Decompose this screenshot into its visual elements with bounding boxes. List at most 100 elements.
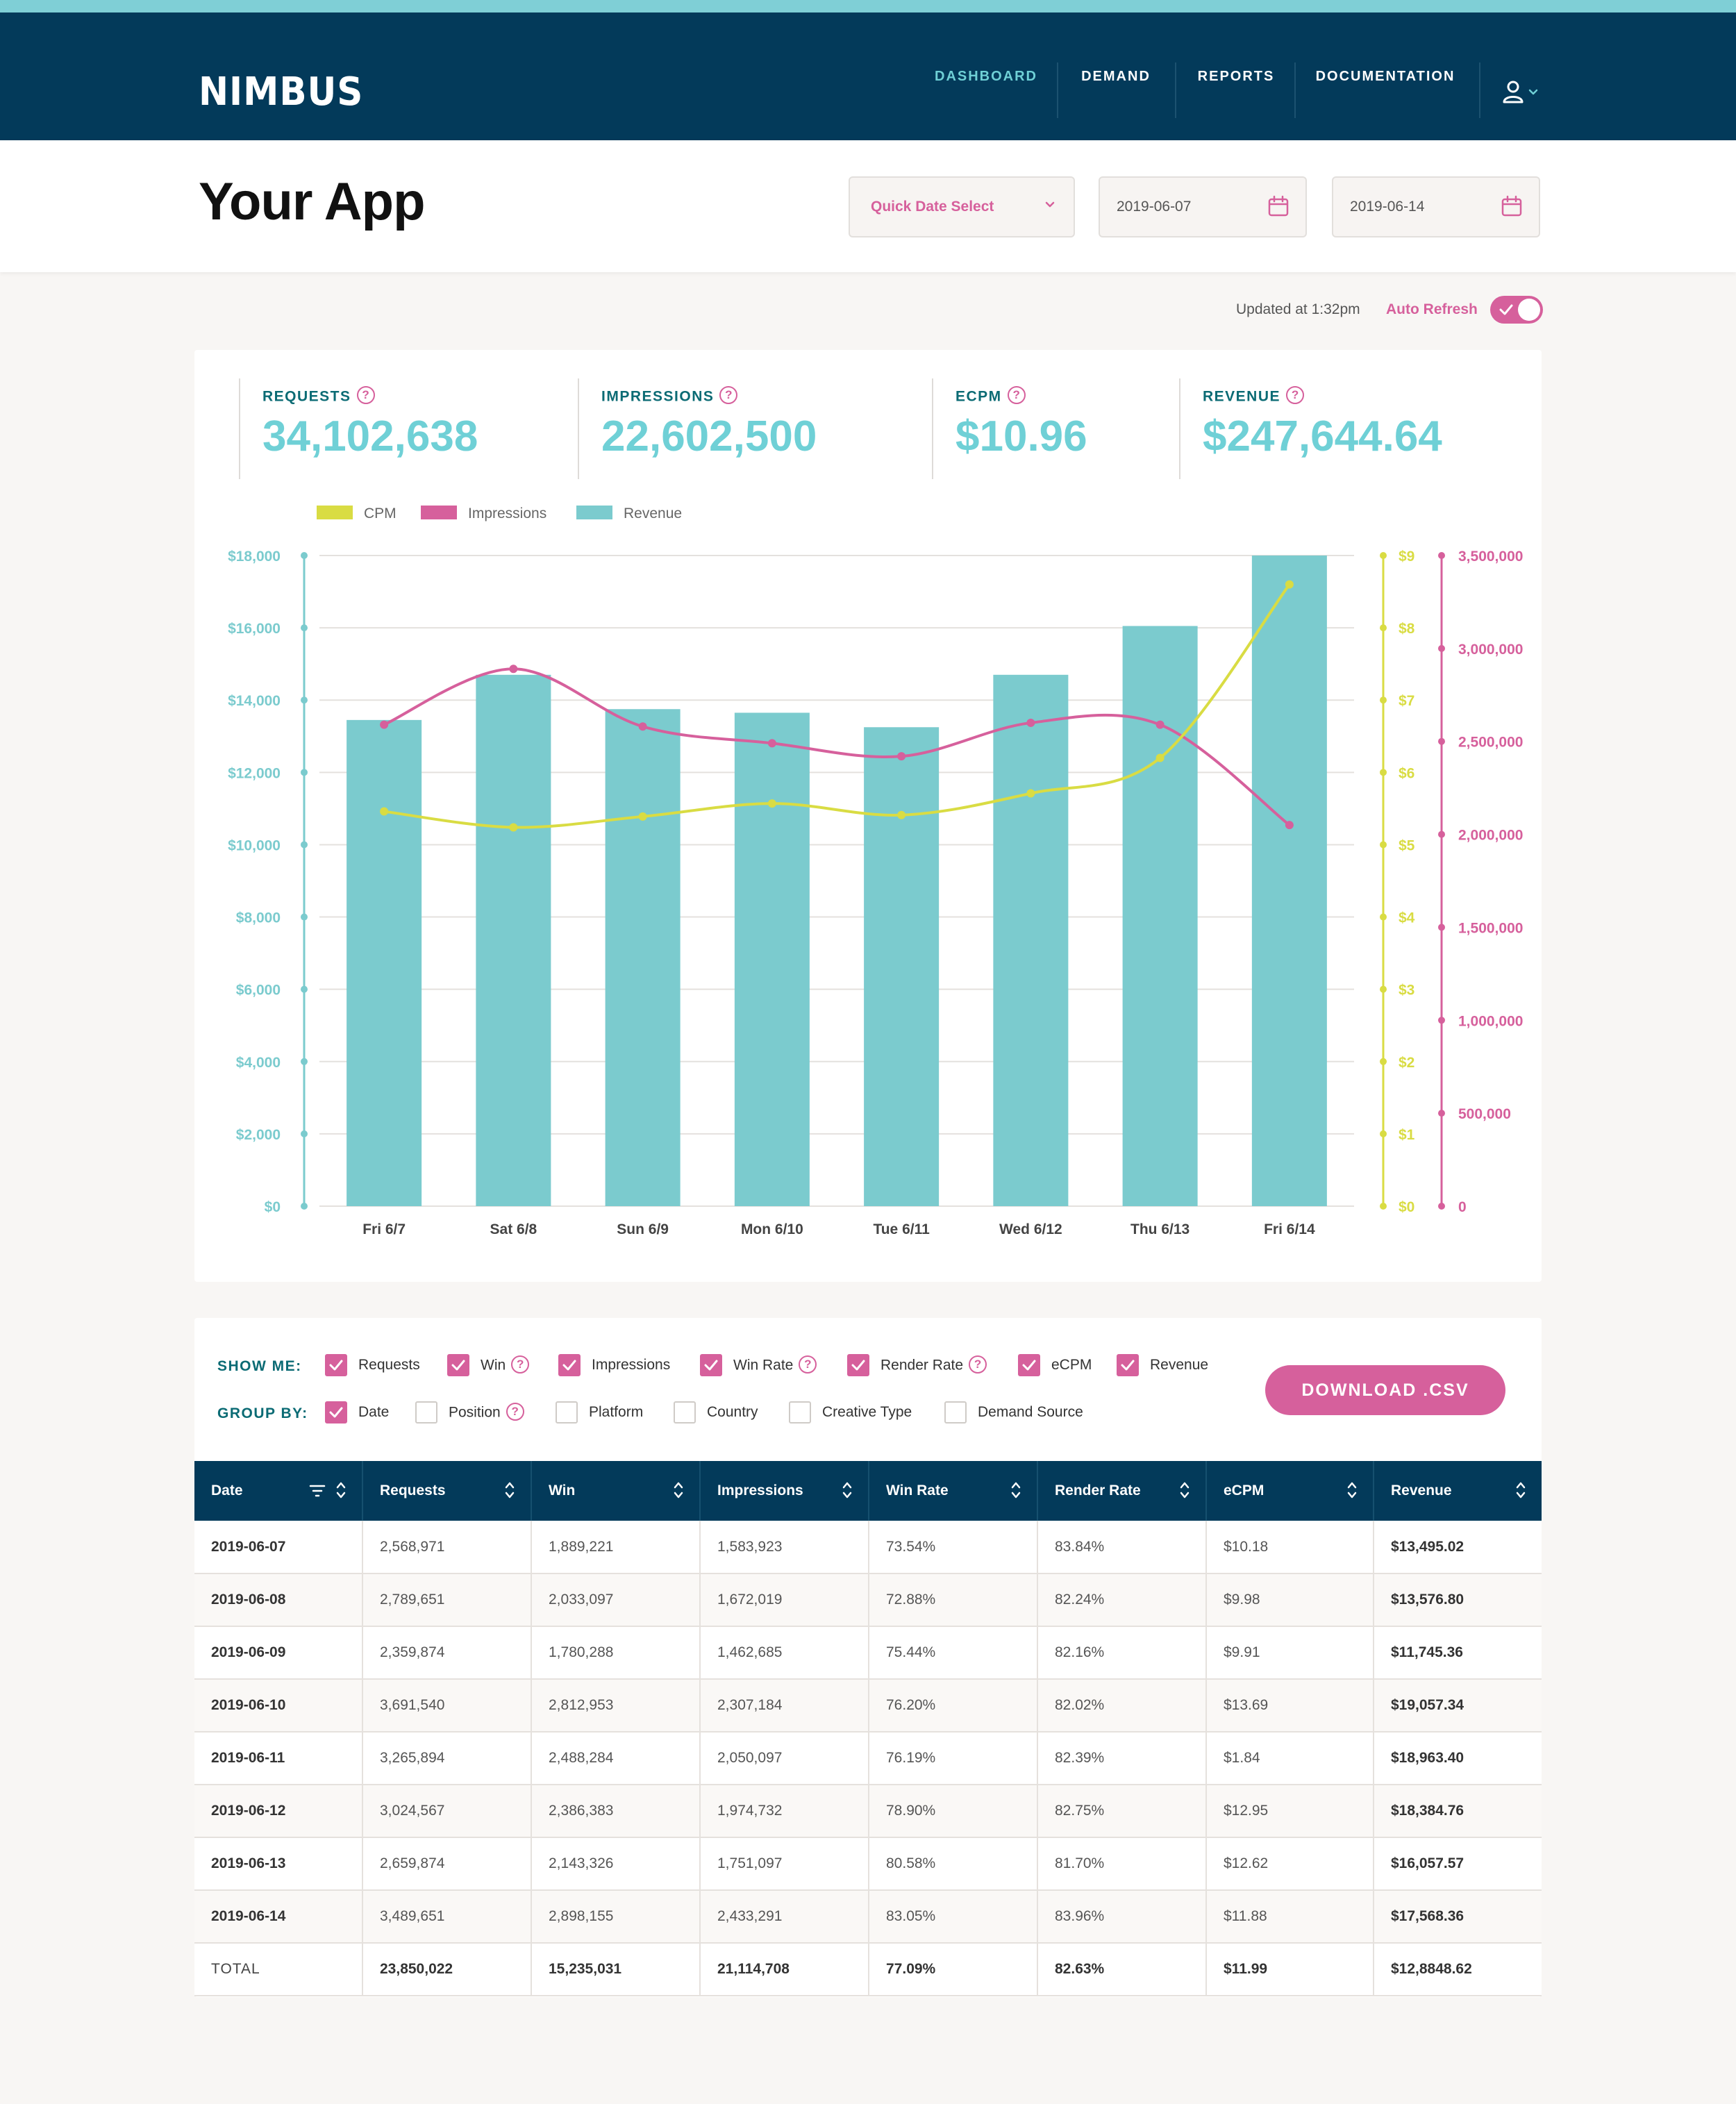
checkbox[interactable]	[944, 1401, 967, 1423]
data-table: Date Requests Win Impressions Win Rate Render…	[194, 1461, 1542, 1996]
nav-dashboard[interactable]: DASHBOARD	[925, 12, 1047, 140]
sort-icon[interactable]	[335, 1480, 347, 1500]
help-icon[interactable]: ?	[799, 1355, 817, 1374]
cpm-tick-label: $5	[1399, 837, 1415, 853]
checkbox[interactable]	[558, 1354, 581, 1376]
check-icon	[1022, 1360, 1036, 1371]
sort-icon[interactable]	[673, 1480, 684, 1500]
checkbox[interactable]	[325, 1354, 347, 1376]
help-icon[interactable]: ?	[719, 386, 738, 404]
help-icon[interactable]: ?	[511, 1355, 530, 1374]
column-header-ecpm[interactable]: eCPM	[1206, 1461, 1374, 1521]
start-date-field[interactable]: 2019-06-07	[1099, 176, 1307, 237]
table-total-cell: $11.99	[1206, 1943, 1374, 1996]
impressions-tick-label: 2,000,000	[1458, 828, 1523, 844]
group-by-label: GROUP BY:	[217, 1405, 308, 1421]
nav-reports[interactable]: REPORTS	[1185, 12, 1287, 140]
table-cell: $9.91	[1206, 1626, 1374, 1680]
table-row: 2019-06-08 2,789,651 2,033,097 1,672,019 72.…	[194, 1573, 1542, 1627]
table-cell: 1,462,685	[700, 1626, 869, 1680]
nav-demand[interactable]: DEMAND	[1067, 12, 1165, 140]
column-header-requests[interactable]: Requests	[362, 1461, 532, 1521]
help-icon[interactable]: ?	[969, 1355, 987, 1374]
table-cell: $16,057.57	[1374, 1837, 1542, 1891]
help-icon[interactable]: ?	[506, 1403, 524, 1421]
option-label: Render Rate	[880, 1357, 964, 1374]
checkbox[interactable]	[700, 1354, 722, 1376]
checkbox[interactable]	[1117, 1354, 1139, 1376]
checkbox[interactable]	[789, 1401, 811, 1423]
revenue-bar	[734, 712, 810, 1206]
download-csv-button[interactable]: DOWNLOAD .CSV	[1265, 1365, 1505, 1415]
calendar-icon[interactable]	[1267, 194, 1290, 218]
checkbox[interactable]	[325, 1401, 347, 1423]
impressions-point	[509, 665, 518, 674]
table-header-row: Date Requests Win Impressions Win Rate Render…	[194, 1461, 1542, 1521]
checkbox[interactable]	[556, 1401, 578, 1423]
column-header-label: eCPM	[1224, 1483, 1265, 1498]
cpm-axis-dot	[1380, 1203, 1387, 1210]
option-label: Platform	[589, 1404, 644, 1420]
checkbox[interactable]	[1018, 1354, 1040, 1376]
metric-impressions: IMPRESSIONS? 22,602,500	[578, 378, 932, 479]
group-by-demand-source[interactable]: Demand Source	[944, 1401, 1125, 1425]
checkbox[interactable]	[415, 1401, 437, 1423]
column-header-revenue[interactable]: Revenue	[1374, 1461, 1542, 1521]
calendar-icon[interactable]	[1500, 194, 1524, 218]
table-cell: 2019-06-12	[194, 1785, 363, 1838]
page-header: Your App Quick Date Select 2019-06-07 20…	[0, 140, 1736, 272]
option-label: Country	[707, 1404, 758, 1420]
column-header-date[interactable]: Date	[194, 1461, 363, 1521]
column-header-render-rate[interactable]: Render Rate	[1037, 1461, 1207, 1521]
table-cell: 2,812,953	[531, 1679, 701, 1733]
metric-value: 22,602,500	[601, 412, 817, 460]
table-cell: $18,384.76	[1374, 1785, 1542, 1838]
help-icon[interactable]: ?	[356, 386, 375, 404]
impressions-tick-label: 3,000,000	[1458, 642, 1523, 658]
table-row: 2019-06-11 3,265,894 2,488,284 2,050,097 76.…	[194, 1732, 1542, 1785]
checkbox[interactable]	[674, 1401, 696, 1423]
sort-icon[interactable]	[1179, 1480, 1190, 1500]
cpm-tick-label: $0	[1399, 1199, 1414, 1215]
show-me-render-rate[interactable]: Render Rate?	[847, 1354, 1028, 1378]
auto-refresh-toggle[interactable]	[1490, 296, 1543, 324]
checkbox[interactable]	[447, 1354, 469, 1376]
sort-icon[interactable]	[1010, 1480, 1021, 1500]
sort-icon[interactable]	[1515, 1480, 1526, 1500]
column-header-impressions[interactable]: Impressions	[700, 1461, 869, 1521]
cpm-point	[380, 807, 389, 816]
nav-divider	[1175, 62, 1176, 118]
sort-icon[interactable]	[1346, 1480, 1358, 1500]
impressions-axis-dot	[1438, 644, 1445, 652]
revenue-bar	[605, 709, 681, 1206]
x-tick-label: Fri 6/7	[362, 1221, 406, 1237]
quick-date-select[interactable]: Quick Date Select	[849, 176, 1075, 237]
table-total-cell: 82.63%	[1037, 1943, 1207, 1996]
column-header-win[interactable]: Win	[531, 1461, 701, 1521]
impressions-tick-label: 3,500,000	[1458, 549, 1523, 565]
table-cell: 2,568,971	[362, 1521, 532, 1574]
sort-icon[interactable]	[504, 1480, 515, 1500]
group-by-creative-type[interactable]: Creative Type	[789, 1401, 969, 1425]
table-cell: 2019-06-09	[194, 1626, 363, 1680]
nav-documentation[interactable]: DOCUMENTATION	[1305, 12, 1465, 140]
filter-icon[interactable]	[309, 1483, 326, 1498]
user-menu-button[interactable]	[1500, 78, 1543, 106]
end-date-field[interactable]: 2019-06-14	[1332, 176, 1540, 237]
column-header-win-rate[interactable]: Win Rate	[869, 1461, 1038, 1521]
check-icon	[1499, 304, 1513, 315]
revenue-bar	[1251, 556, 1327, 1206]
logo[interactable]: NIMBUS	[199, 69, 363, 115]
column-header-label: Impressions	[717, 1483, 803, 1498]
impressions-axis-dot	[1438, 1110, 1445, 1117]
help-icon[interactable]: ?	[1286, 386, 1305, 404]
cpm-axis-dot	[1380, 913, 1387, 921]
x-tick-label: Sat 6/8	[490, 1221, 537, 1237]
help-icon[interactable]: ?	[1007, 386, 1026, 404]
column-header-label: Date	[211, 1483, 243, 1498]
cpm-axis-dot	[1380, 841, 1387, 849]
table-total-cell: TOTAL	[194, 1943, 363, 1996]
metric-label: IMPRESSIONS	[601, 388, 715, 405]
checkbox[interactable]	[847, 1354, 869, 1376]
sort-icon[interactable]	[842, 1480, 853, 1500]
